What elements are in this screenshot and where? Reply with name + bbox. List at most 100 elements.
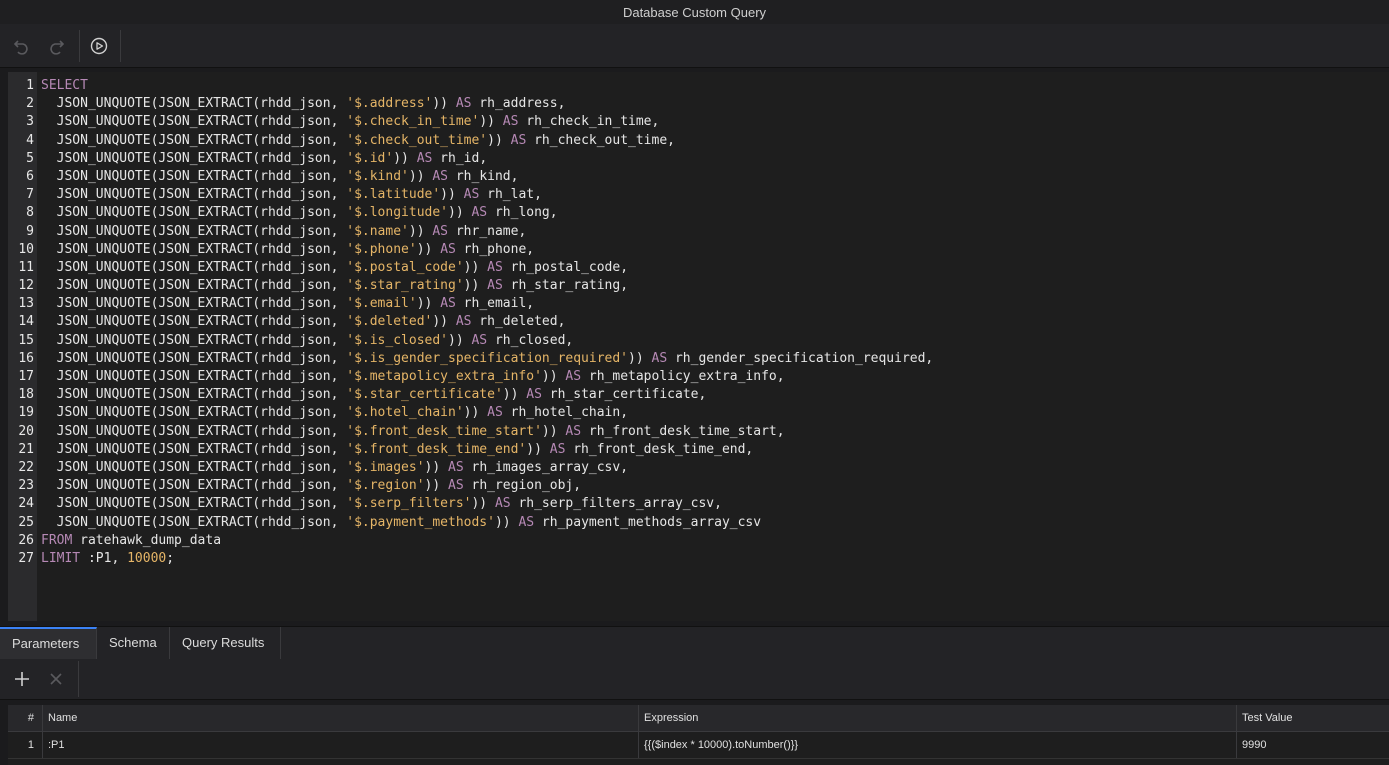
sql-keyword: AS [448, 478, 464, 494]
sql-text: rh_phone, [455, 241, 535, 257]
code-line[interactable]: JSON_UNQUOTE(JSON_EXTRACT(rhdd_json, '$.… [41, 386, 1389, 404]
sql-text: ratehawk_dump_data [72, 532, 222, 548]
sql-text: rh_payment_methods_array_csv [534, 514, 762, 530]
param-name-cell[interactable]: :P1 [43, 732, 639, 758]
sql-keyword: AS [432, 168, 449, 184]
sql-text: )) [471, 496, 495, 512]
code-line[interactable]: SELECT [41, 77, 1389, 95]
sql-text: JSON_UNQUOTE(JSON_EXTRACT(rhdd_json, [41, 423, 347, 439]
sql-text: rh_front_desk_time_end, [565, 441, 754, 457]
code-line[interactable]: JSON_UNQUOTE(JSON_EXTRACT(rhdd_json, '$.… [41, 495, 1389, 513]
code-line[interactable]: JSON_UNQUOTE(JSON_EXTRACT(rhdd_json, '$.… [41, 95, 1389, 113]
sql-text: )) [463, 278, 488, 294]
sql-text: )) [448, 205, 472, 221]
param-expression-cell[interactable]: {{($index * 10000).toNumber()}} [639, 732, 1237, 758]
code-line[interactable]: JSON_UNQUOTE(JSON_EXTRACT(rhdd_json, '$.… [41, 204, 1389, 222]
sql-string: '$.phone' [346, 241, 417, 257]
sql-keyword: AS [565, 423, 582, 439]
tab-schema[interactable]: Schema [97, 627, 170, 659]
sql-text: JSON_UNQUOTE(JSON_EXTRACT(rhdd_json, [41, 187, 347, 203]
sql-text: rh_email, [455, 296, 535, 312]
code-line[interactable]: JSON_UNQUOTE(JSON_EXTRACT(rhdd_json, '$.… [41, 313, 1389, 331]
sql-text: JSON_UNQUOTE(JSON_EXTRACT(rhdd_json, [41, 405, 347, 421]
sql-string: '$.address' [346, 96, 433, 112]
sql-text: rhr_name, [448, 223, 527, 239]
sql-keyword: AS [510, 132, 527, 148]
sql-text: JSON_UNQUOTE(JSON_EXTRACT(rhdd_json, [41, 441, 347, 457]
toolbar-divider [120, 30, 121, 62]
sql-string: '$.star_rating' [346, 278, 464, 294]
code-line[interactable]: JSON_UNQUOTE(JSON_EXTRACT(rhdd_json, '$.… [41, 113, 1389, 131]
toolbar-divider [78, 661, 79, 697]
column-header-index[interactable]: # [8, 705, 43, 731]
code-line[interactable]: JSON_UNQUOTE(JSON_EXTRACT(rhdd_json, '$.… [41, 423, 1389, 441]
line-number: 18 [18, 387, 34, 403]
sql-text: rh_check_in_time, [518, 114, 660, 130]
column-header-test-value[interactable]: Test Value [1237, 705, 1389, 731]
code-line[interactable]: LIMIT :P1, 10000; [41, 550, 1389, 568]
line-number: 14 [18, 314, 34, 330]
sql-text: JSON_UNQUOTE(JSON_EXTRACT(rhdd_json, [41, 205, 347, 221]
sql-text: rh_star_rating, [502, 278, 629, 294]
run-query-button[interactable] [85, 32, 113, 60]
sql-string: '$.id' [346, 150, 394, 166]
redo-button[interactable] [42, 32, 70, 60]
sql-text: JSON_UNQUOTE(JSON_EXTRACT(rhdd_json, [41, 387, 347, 403]
code-line[interactable]: JSON_UNQUOTE(JSON_EXTRACT(rhdd_json, '$.… [41, 259, 1389, 277]
sql-keyword: AS [487, 405, 503, 421]
column-header-expression[interactable]: Expression [639, 705, 1237, 731]
add-parameter-button[interactable] [8, 665, 36, 693]
sql-string: '$.is_gender_specification_required' [346, 350, 629, 366]
tab-parameters[interactable]: Parameters [0, 627, 97, 659]
remove-parameter-button[interactable] [42, 665, 70, 693]
sql-text: JSON_UNQUOTE(JSON_EXTRACT(rhdd_json, [41, 350, 347, 366]
param-test-value-cell[interactable]: 9990 [1237, 732, 1389, 758]
column-header-name[interactable]: Name [43, 705, 639, 731]
sql-string: '$.check_out_time' [346, 132, 488, 148]
code-line[interactable]: JSON_UNQUOTE(JSON_EXTRACT(rhdd_json, '$.… [41, 350, 1389, 368]
sql-keyword: AS [487, 259, 503, 275]
editor-toolbar [0, 24, 1389, 68]
sql-editor[interactable]: 1 2 3 4 5 6 7 8 9 10 11 12 13 14 15 16 17 18 19 20 21 22 23 24 2… [8, 72, 1389, 621]
code-area[interactable]: SELECT JSON_UNQUOTE(JSON_EXTRACT(rhdd_js… [41, 77, 1389, 568]
sql-text: )) [408, 168, 433, 184]
tab-query-results[interactable]: Query Results [170, 627, 281, 659]
sql-keyword: AS [651, 350, 668, 366]
code-line[interactable]: JSON_UNQUOTE(JSON_EXTRACT(rhdd_json, '$.… [41, 404, 1389, 422]
sql-keyword: SELECT [41, 78, 88, 93]
sql-text: rh_lat, [479, 187, 542, 203]
line-number: 21 [18, 441, 34, 457]
sql-text: rh_closed, [487, 332, 574, 348]
code-line[interactable]: JSON_UNQUOTE(JSON_EXTRACT(rhdd_json, '$.… [41, 132, 1389, 150]
code-line[interactable]: JSON_UNQUOTE(JSON_EXTRACT(rhdd_json, '$.… [41, 459, 1389, 477]
code-line[interactable]: JSON_UNQUOTE(JSON_EXTRACT(rhdd_json, '$.… [41, 514, 1389, 532]
code-line[interactable]: JSON_UNQUOTE(JSON_EXTRACT(rhdd_json, '$.… [41, 477, 1389, 495]
code-line[interactable]: JSON_UNQUOTE(JSON_EXTRACT(rhdd_json, '$.… [41, 223, 1389, 241]
line-number: 10 [18, 241, 34, 257]
sql-text: rh_check_out_time, [526, 132, 675, 148]
sql-text: rh_front_desk_time_start, [581, 423, 785, 439]
sql-string: '$.latitude' [346, 187, 441, 203]
sql-string: '$.deleted' [346, 314, 433, 330]
code-line[interactable]: JSON_UNQUOTE(JSON_EXTRACT(rhdd_json, '$.… [41, 295, 1389, 313]
code-line[interactable]: JSON_UNQUOTE(JSON_EXTRACT(rhdd_json, '$.… [41, 241, 1389, 259]
sql-text: )) [502, 387, 527, 403]
line-number: 7 [26, 187, 34, 203]
plus-icon [15, 672, 29, 686]
undo-button[interactable] [8, 32, 36, 60]
sql-string: '$.star_certificate' [346, 387, 503, 403]
code-line[interactable]: JSON_UNQUOTE(JSON_EXTRACT(rhdd_json, '$.… [41, 332, 1389, 350]
sql-string: '$.front_desk_time_start' [346, 423, 542, 439]
code-line[interactable]: JSON_UNQUOTE(JSON_EXTRACT(rhdd_json, '$.… [41, 368, 1389, 386]
table-row[interactable]: 1 :P1 {{($index * 10000).toNumber()}} 99… [8, 732, 1389, 759]
sql-text: )) [448, 332, 472, 348]
sql-text: JSON_UNQUOTE(JSON_EXTRACT(rhdd_json, [41, 132, 347, 148]
code-line[interactable]: JSON_UNQUOTE(JSON_EXTRACT(rhdd_json, '$.… [41, 186, 1389, 204]
code-line[interactable]: JSON_UNQUOTE(JSON_EXTRACT(rhdd_json, '$.… [41, 441, 1389, 459]
sql-text: JSON_UNQUOTE(JSON_EXTRACT(rhdd_json, [41, 259, 347, 275]
code-line[interactable]: FROM ratehawk_dump_data [41, 532, 1389, 550]
code-line[interactable]: JSON_UNQUOTE(JSON_EXTRACT(rhdd_json, '$.… [41, 168, 1389, 186]
sql-text: )) [526, 441, 550, 457]
code-line[interactable]: JSON_UNQUOTE(JSON_EXTRACT(rhdd_json, '$.… [41, 150, 1389, 168]
code-line[interactable]: JSON_UNQUOTE(JSON_EXTRACT(rhdd_json, '$.… [41, 277, 1389, 295]
